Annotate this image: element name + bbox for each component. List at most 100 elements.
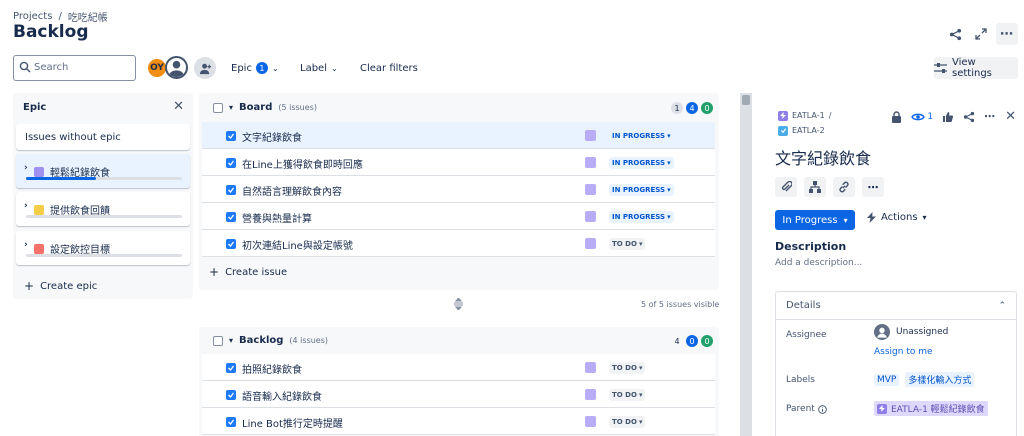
parent-issue-key[interactable]: EATLA-1 (792, 108, 825, 123)
status-transition-button[interactable]: In Progress ▾ (775, 210, 855, 230)
table-row[interactable]: 自然語言理解飲食內容 IN PROGRESS ▾ (202, 176, 715, 203)
description-field[interactable]: Add a description... (775, 258, 862, 268)
issue-key-breadcrumb: EATLA-1 / EATLA-2 (778, 108, 831, 138)
board-select-checkbox[interactable] (213, 102, 223, 113)
close-icon[interactable]: ✕ (173, 99, 184, 114)
actions-button[interactable]: Actions ▾ (867, 212, 927, 223)
assignee-value: Unassigned (896, 327, 949, 337)
breadcrumb-projects-link[interactable]: Projects (13, 11, 52, 22)
table-row[interactable]: 初次連結Line與設定帳號 TO DO ▾ (202, 230, 715, 257)
avatar-default[interactable] (165, 56, 188, 79)
scrollbar-thumb[interactable] (742, 95, 750, 105)
assignee-field[interactable]: Unassigned (874, 324, 948, 340)
board-title: Board (239, 102, 273, 113)
create-issue-button[interactable]: + Create issue (209, 265, 287, 279)
view-settings-label: View settings (952, 57, 992, 79)
more-icon[interactable]: ⋯ (862, 177, 884, 197)
view-settings-button[interactable]: View settings (934, 57, 1018, 79)
share-icon[interactable] (944, 23, 966, 45)
issue-title: 拍照紀錄飲食 (242, 365, 302, 376)
watch-button[interactable]: 1 (911, 112, 933, 122)
epic-badge (585, 157, 596, 168)
table-row[interactable]: Line Bot推行定時提醒 TO DO ▾ (202, 408, 715, 435)
chevron-right-icon[interactable]: › (24, 163, 28, 173)
issue-title-heading[interactable]: 文字紀錄飲食 (775, 145, 871, 169)
status-badge[interactable]: TO DO ▾ (609, 238, 646, 250)
status-badge[interactable]: IN PROGRESS ▾ (609, 211, 674, 223)
parent-tag[interactable]: EATLA-1 輕鬆紀錄飲食 (874, 401, 988, 416)
issues-visible-count: 5 of 5 issues visible (641, 300, 720, 309)
chevron-down-icon[interactable]: ▾ (229, 336, 233, 345)
create-epic-button[interactable]: + Create epic (24, 279, 97, 293)
eye-icon (911, 112, 926, 122)
fullscreen-icon[interactable] (970, 23, 992, 45)
backlog-header[interactable]: ▾ Backlog (4 issues) (213, 335, 328, 346)
epic-color-swatch (34, 166, 44, 177)
drag-handle-icon[interactable] (453, 298, 464, 310)
issues-without-epic[interactable]: Issues without epic (16, 124, 190, 150)
chevron-down-icon[interactable]: ▾ (229, 103, 233, 112)
done-count: 0 (701, 102, 713, 114)
board-issue-list: 文字紀錄飲食 IN PROGRESS ▾ 在Line上獲得飲食即時回應 IN PR… (202, 122, 715, 257)
table-row[interactable]: 拍照紀錄飲食 TO DO ▾ (202, 354, 715, 381)
epic-item[interactable]: › 輕鬆紀錄飲食 (16, 154, 190, 188)
link-icon[interactable] (833, 177, 855, 197)
actions-label: Actions (881, 212, 918, 223)
close-icon[interactable]: ✕ (1005, 109, 1016, 124)
board-issue-count: (5 issues) (278, 103, 317, 112)
label-filter-button[interactable]: Label ⌄ (300, 59, 338, 77)
status-badge[interactable]: IN PROGRESS ▾ (609, 184, 674, 196)
status-badge[interactable]: IN PROGRESS ▾ (609, 157, 674, 169)
epic-filter-button[interactable]: Epic 1 ⌄ (231, 59, 279, 77)
backlog-issue-list: 拍照紀錄飲食 TO DO ▾ 語音輸入紀錄飲食 TO DO ▾ Line Bot推行… (202, 354, 715, 435)
attachment-icon[interactable] (775, 177, 797, 197)
parent-field[interactable]: EATLA-1 輕鬆紀錄飲食 (874, 401, 988, 416)
thumbs-up-icon[interactable] (942, 111, 954, 123)
label-tag[interactable]: 多樣化輸入方式 (905, 372, 975, 387)
status-badge[interactable]: TO DO ▾ (609, 416, 646, 428)
chevron-down-icon: ⌄ (330, 63, 338, 73)
parent-label-row: Parent (786, 404, 827, 414)
issue-detail-panel: EATLA-1 / EATLA-2 1 ⋯ ✕ 文字紀錄飲食 ⋯ In Prog… (760, 93, 1024, 436)
epic-item[interactable]: › 設定飲控目標 (16, 231, 190, 265)
epic-item[interactable]: › 提供飲食回饋 (16, 192, 190, 226)
chevron-down-icon: ▾ (843, 215, 848, 225)
table-row[interactable]: 語音輸入紀錄飲食 TO DO ▾ (202, 381, 715, 408)
clear-filters-button[interactable]: Clear filters (360, 59, 418, 77)
board-header[interactable]: ▾ Board (5 issues) (213, 102, 317, 113)
chevron-down-icon: ▾ (667, 213, 671, 221)
task-icon (226, 131, 236, 141)
issue-key[interactable]: EATLA-2 (792, 123, 825, 138)
status-badge[interactable]: TO DO ▾ (609, 389, 646, 401)
status-badge[interactable]: TO DO ▾ (609, 362, 646, 374)
search-placeholder: Search (34, 62, 69, 73)
info-icon[interactable] (817, 404, 827, 414)
details-header[interactable]: Details ⌃ (776, 292, 1016, 320)
backlog-select-checkbox[interactable] (213, 335, 223, 346)
chevron-down-icon: ▾ (638, 364, 643, 372)
scrollbar[interactable] (740, 93, 752, 436)
more-icon[interactable]: ⋯ (996, 23, 1018, 45)
table-row[interactable]: 營養與熱量計算 IN PROGRESS ▾ (202, 203, 715, 230)
search-input[interactable]: Search (13, 55, 136, 81)
assign-to-me-link[interactable]: Assign to me (874, 347, 933, 357)
board-sprint-panel: ▾ Board (5 issues) 1 4 0 文字紀錄飲食 IN PROGR… (199, 93, 719, 290)
add-people-button[interactable] (194, 57, 216, 79)
label-tag[interactable]: MVP (874, 373, 900, 386)
chevron-right-icon[interactable]: › (24, 201, 28, 211)
chevron-right-icon[interactable]: › (24, 240, 28, 250)
status-badge[interactable]: IN PROGRESS ▾ (609, 130, 674, 142)
labels-field[interactable]: MVP 多樣化輸入方式 (874, 372, 975, 387)
more-icon[interactable]: ⋯ (984, 110, 996, 123)
epic-badge (585, 416, 596, 427)
lock-icon[interactable] (891, 110, 902, 123)
parent-label: Parent (786, 404, 815, 414)
status-label: TO DO (612, 391, 637, 399)
table-row[interactable]: 在Line上獲得飲食即時回應 IN PROGRESS ▾ (202, 149, 715, 176)
table-row[interactable]: 文字紀錄飲食 IN PROGRESS ▾ (202, 122, 715, 149)
epic-icon (877, 403, 887, 414)
child-issue-icon[interactable] (804, 177, 826, 197)
share-icon[interactable] (963, 111, 975, 123)
page-title: Backlog (13, 22, 89, 42)
status-transition-label: In Progress (782, 214, 838, 226)
